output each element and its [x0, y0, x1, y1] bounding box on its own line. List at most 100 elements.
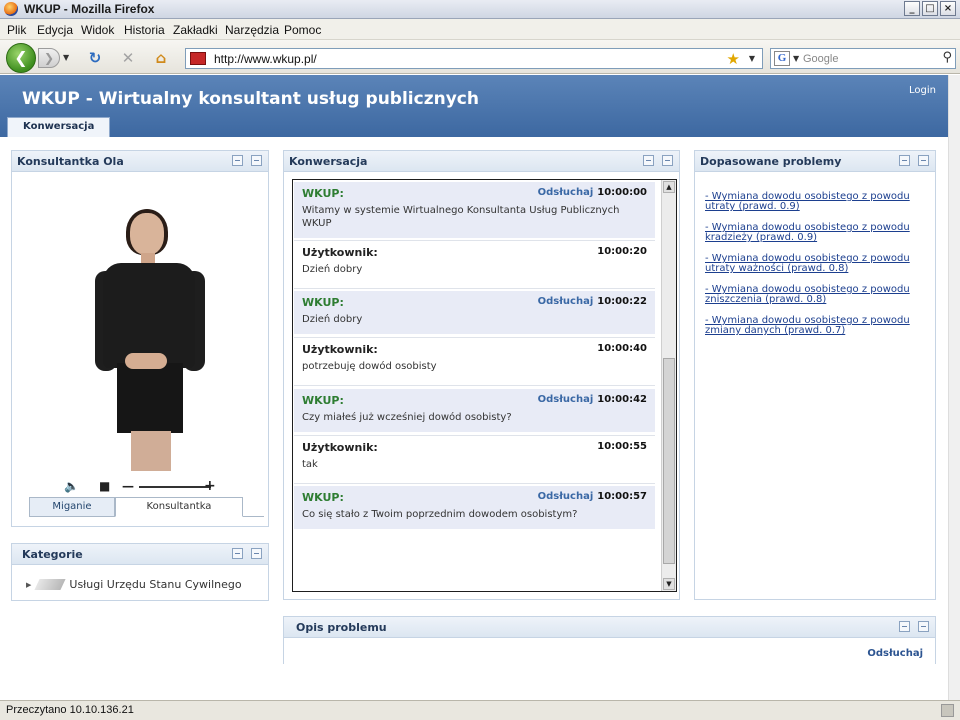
back-button[interactable]: ❮ [6, 43, 36, 73]
scroll-thumb[interactable] [663, 358, 675, 564]
message-sender: Użytkownik: [302, 343, 378, 356]
reload-icon[interactable]: ↻ [86, 49, 104, 67]
maximize-icon[interactable] [918, 621, 929, 632]
problem-link[interactable]: - Wymiana dowodu osobistego z powodu zmi… [705, 316, 930, 336]
menu-widok[interactable]: Widok [81, 23, 114, 37]
menu-zakladki[interactable]: Zakładki [173, 23, 218, 37]
category-item[interactable]: ▶ Usługi Urzędu Stanu Cywilnego [26, 578, 242, 591]
window-controls: _ □ × [904, 1, 956, 16]
description-panel-header: Opis problemu [284, 617, 935, 638]
window-title: WKUP - Mozilla Firefox [24, 2, 155, 16]
menu-edycja[interactable]: Edycja [37, 23, 73, 37]
message-sender: Użytkownik: [302, 246, 378, 259]
resize-grip-icon[interactable] [941, 704, 954, 717]
volume-minus-icon[interactable]: — [122, 479, 134, 493]
address-bar[interactable]: http://www.wkup.pl/ ★ ▼ [185, 48, 763, 69]
maximize-icon[interactable] [918, 155, 929, 166]
conversation-panel-title: Konwersacja [289, 155, 368, 168]
folder-icon [34, 579, 66, 590]
search-engine-dropdown-icon[interactable]: ▼ [793, 54, 799, 63]
minimize-icon[interactable] [232, 155, 243, 166]
problems-panel-header: Dopasowane problemy [695, 151, 935, 172]
listen-link[interactable]: Odsłuchaj [538, 187, 594, 198]
chat-message: WKUP: Odsłuchaj 10:00:00 Witamy w systemi… [294, 182, 655, 238]
description-panel: Opis problemu Odsłuchaj [283, 616, 936, 664]
history-dropdown-icon[interactable]: ▼ [63, 53, 69, 62]
message-time: 10:00:40 [597, 343, 647, 354]
bookmark-star-icon[interactable]: ★ [727, 50, 740, 68]
minimize-icon[interactable] [643, 155, 654, 166]
close-window-button[interactable]: × [940, 1, 956, 16]
status-text: Przeczytano 10.10.136.21 [6, 704, 134, 716]
tab-konsultantka[interactable]: Konsultantka [115, 497, 243, 517]
firefox-icon [4, 2, 18, 16]
address-url[interactable]: http://www.wkup.pl/ [214, 52, 317, 66]
problems-panel: Dopasowane problemy - Wymiana dowodu oso… [694, 150, 936, 600]
menu-plik[interactable]: Plik [7, 23, 26, 37]
problem-link[interactable]: - Wymiana dowodu osobistego z powodu kra… [705, 223, 930, 243]
window-titlebar: WKUP - Mozilla Firefox _ □ × [0, 0, 960, 19]
message-text: Czy miałeś już wcześniej dowód osobisty? [302, 412, 512, 423]
volume-slider[interactable] [139, 486, 211, 488]
listen-link[interactable]: Odsłuchaj [538, 296, 594, 307]
address-dropdown-icon[interactable]: ▼ [749, 54, 755, 63]
scroll-down-icon[interactable]: ▼ [663, 578, 675, 590]
app-header: WKUP - Wirtualny konsultant usług public… [0, 75, 948, 137]
chat-message: WKUP: Odsłuchaj 10:00:57 Co się stało z T… [294, 486, 655, 529]
maximize-icon[interactable] [251, 548, 262, 559]
message-time: 10:00:00 [597, 187, 647, 198]
menu-narzedzia[interactable]: Narzędzia [225, 23, 279, 37]
conversation-panel: Konwersacja WKUP: Odsłuchaj 10:00:00 Wita… [283, 150, 680, 600]
search-input[interactable]: Google [803, 53, 838, 65]
speaker-icon[interactable]: 🔈 [64, 479, 79, 493]
page-scrollbar[interactable] [948, 75, 960, 700]
menu-historia[interactable]: Historia [124, 23, 165, 37]
app-title: WKUP - Wirtualny konsultant usług public… [22, 89, 479, 109]
minimize-window-button[interactable]: _ [904, 1, 920, 16]
conversation-panel-header: Konwersacja [284, 151, 679, 172]
categories-panel: Kategorie ▶ Usługi Urzędu Stanu Cywilneg… [11, 543, 269, 601]
problem-link[interactable]: - Wymiana dowodu osobistego z powodu utr… [705, 192, 930, 212]
message-time: 10:00:20 [597, 246, 647, 257]
consultant-panel: Konsultantka Ola 🔈 ■ — + Miganie Konsult… [11, 150, 269, 527]
chat-message: Użytkownik: 10:00:40 potrzebuję dowód os… [294, 337, 655, 386]
message-text: Witamy w systemie Wirtualnego Konsultant… [302, 205, 620, 229]
menu-pomoc[interactable]: Pomoc [284, 23, 321, 37]
search-bar[interactable]: G ▼ Google ⚲ [770, 48, 956, 69]
problem-link[interactable]: - Wymiana dowodu osobistego z powodu utr… [705, 254, 930, 274]
listen-link[interactable]: Odsłuchaj [538, 394, 594, 405]
chat-scrollbar[interactable]: ▲ ▼ [661, 180, 676, 591]
forward-button[interactable]: ❯ [38, 48, 60, 68]
expand-arrow-icon[interactable]: ▶ [26, 581, 31, 589]
home-icon[interactable]: ⌂ [152, 49, 170, 67]
tab-miganie[interactable]: Miganie [29, 497, 115, 517]
tab-konwersacja[interactable]: Konwersacja [7, 117, 111, 137]
minimize-icon[interactable] [232, 548, 243, 559]
chat-message: WKUP: Odsłuchaj 10:00:22 Dzień dobry [294, 291, 655, 334]
problem-link[interactable]: - Wymiana dowodu osobistego z powodu zni… [705, 285, 930, 305]
minimize-icon[interactable] [899, 621, 910, 632]
category-label[interactable]: Usługi Urzędu Stanu Cywilnego [69, 578, 241, 591]
chat-message: WKUP: Odsłuchaj 10:00:42 Czy miałeś już w… [294, 389, 655, 432]
status-bar: Przeczytano 10.10.136.21 [0, 700, 960, 720]
search-engine-icon[interactable]: G [774, 51, 790, 66]
volume-plus-icon[interactable]: + [204, 479, 216, 493]
stop-icon[interactable]: ■ [99, 479, 110, 493]
search-icon[interactable]: ⚲ [942, 50, 952, 65]
maximize-icon[interactable] [251, 155, 262, 166]
chat-message: Użytkownik: 10:00:20 Dzień dobry [294, 240, 655, 289]
scroll-up-icon[interactable]: ▲ [663, 181, 675, 193]
categories-panel-title: Kategorie [22, 548, 83, 561]
maximize-icon[interactable] [662, 155, 673, 166]
login-link[interactable]: Login [909, 85, 936, 96]
minimize-icon[interactable] [899, 155, 910, 166]
message-text: tak [302, 459, 318, 470]
stop-load-icon[interactable]: ✕ [119, 49, 137, 67]
chat-log[interactable]: WKUP: Odsłuchaj 10:00:00 Witamy w systemi… [292, 179, 677, 592]
description-listen-link[interactable]: Odsłuchaj [867, 648, 923, 659]
menu-bar: Plik Edycja Widok Historia Zakładki Narz… [0, 19, 960, 40]
listen-link[interactable]: Odsłuchaj [538, 491, 594, 502]
restore-window-button[interactable]: □ [922, 1, 938, 16]
problems-panel-title: Dopasowane problemy [700, 155, 842, 168]
site-favicon-icon [190, 52, 206, 65]
